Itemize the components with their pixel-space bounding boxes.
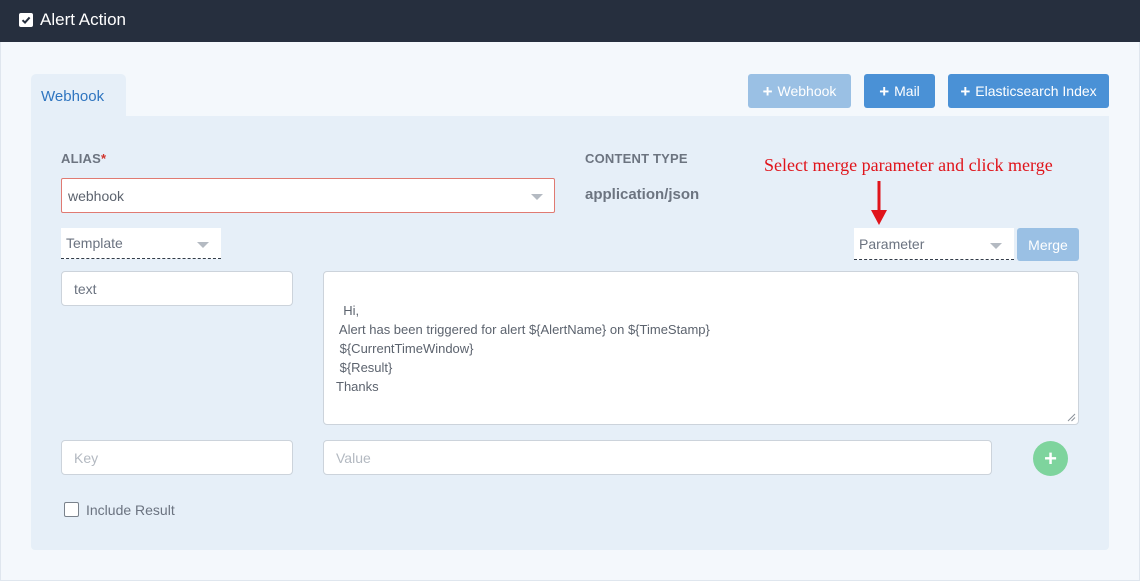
header-checkbox[interactable] <box>19 13 33 27</box>
chevron-down-icon <box>990 243 1002 249</box>
add-header-button[interactable]: + <box>1033 441 1068 476</box>
alias-value: webhook <box>68 187 125 204</box>
required-marker: * <box>101 151 107 166</box>
add-elasticsearch-label: Elasticsearch Index <box>975 83 1097 99</box>
plus-icon: + <box>762 81 773 101</box>
body-text: Hi, Alert has been triggered for alert $… <box>336 303 710 394</box>
tab-webhook[interactable]: Webhook <box>31 74 126 117</box>
body-textarea[interactable]: Hi, Alert has been triggered for alert $… <box>323 271 1079 425</box>
format-input-value: text <box>74 280 97 297</box>
content-type-value: application/json <box>585 186 700 203</box>
check-icon <box>21 16 31 25</box>
parameter-select[interactable]: Parameter <box>854 228 1014 260</box>
value-input[interactable]: Value <box>323 440 992 475</box>
content-type-label: CONTENT TYPE <box>585 151 688 166</box>
parameter-select-value: Parameter <box>859 235 925 252</box>
add-webhook-button[interactable]: + Webhook <box>748 74 851 108</box>
chevron-down-icon <box>197 242 209 248</box>
key-input[interactable]: Key <box>61 440 293 475</box>
alias-select[interactable]: webhook <box>61 178 555 213</box>
add-webhook-label: Webhook <box>777 83 837 99</box>
add-mail-button[interactable]: + Mail <box>864 74 935 108</box>
add-mail-label: Mail <box>894 83 920 99</box>
plus-icon: + <box>960 81 971 101</box>
add-elasticsearch-index-button[interactable]: + Elasticsearch Index <box>948 74 1109 108</box>
alias-label-text: ALIAS <box>61 151 101 166</box>
page-title: Alert Action <box>40 10 126 29</box>
template-select-value: Template <box>66 235 123 251</box>
resize-handle-icon[interactable] <box>1067 413 1076 422</box>
merge-button[interactable]: Merge <box>1017 228 1079 261</box>
include-result-checkbox[interactable] <box>64 502 79 517</box>
key-placeholder: Key <box>74 449 99 466</box>
value-placeholder: Value <box>336 449 371 466</box>
merge-annotation: Select merge parameter and click merge <box>764 155 1053 175</box>
alias-label: ALIAS* <box>61 151 106 166</box>
template-select[interactable]: Template <box>61 228 221 259</box>
format-input[interactable]: text <box>61 271 293 306</box>
arrow-down-icon <box>871 181 887 225</box>
app-header: Alert Action <box>0 0 1140 42</box>
include-result-label: Include Result <box>86 502 175 518</box>
plus-icon: + <box>1044 445 1057 471</box>
chevron-down-icon <box>531 194 543 200</box>
plus-icon: + <box>879 81 890 101</box>
